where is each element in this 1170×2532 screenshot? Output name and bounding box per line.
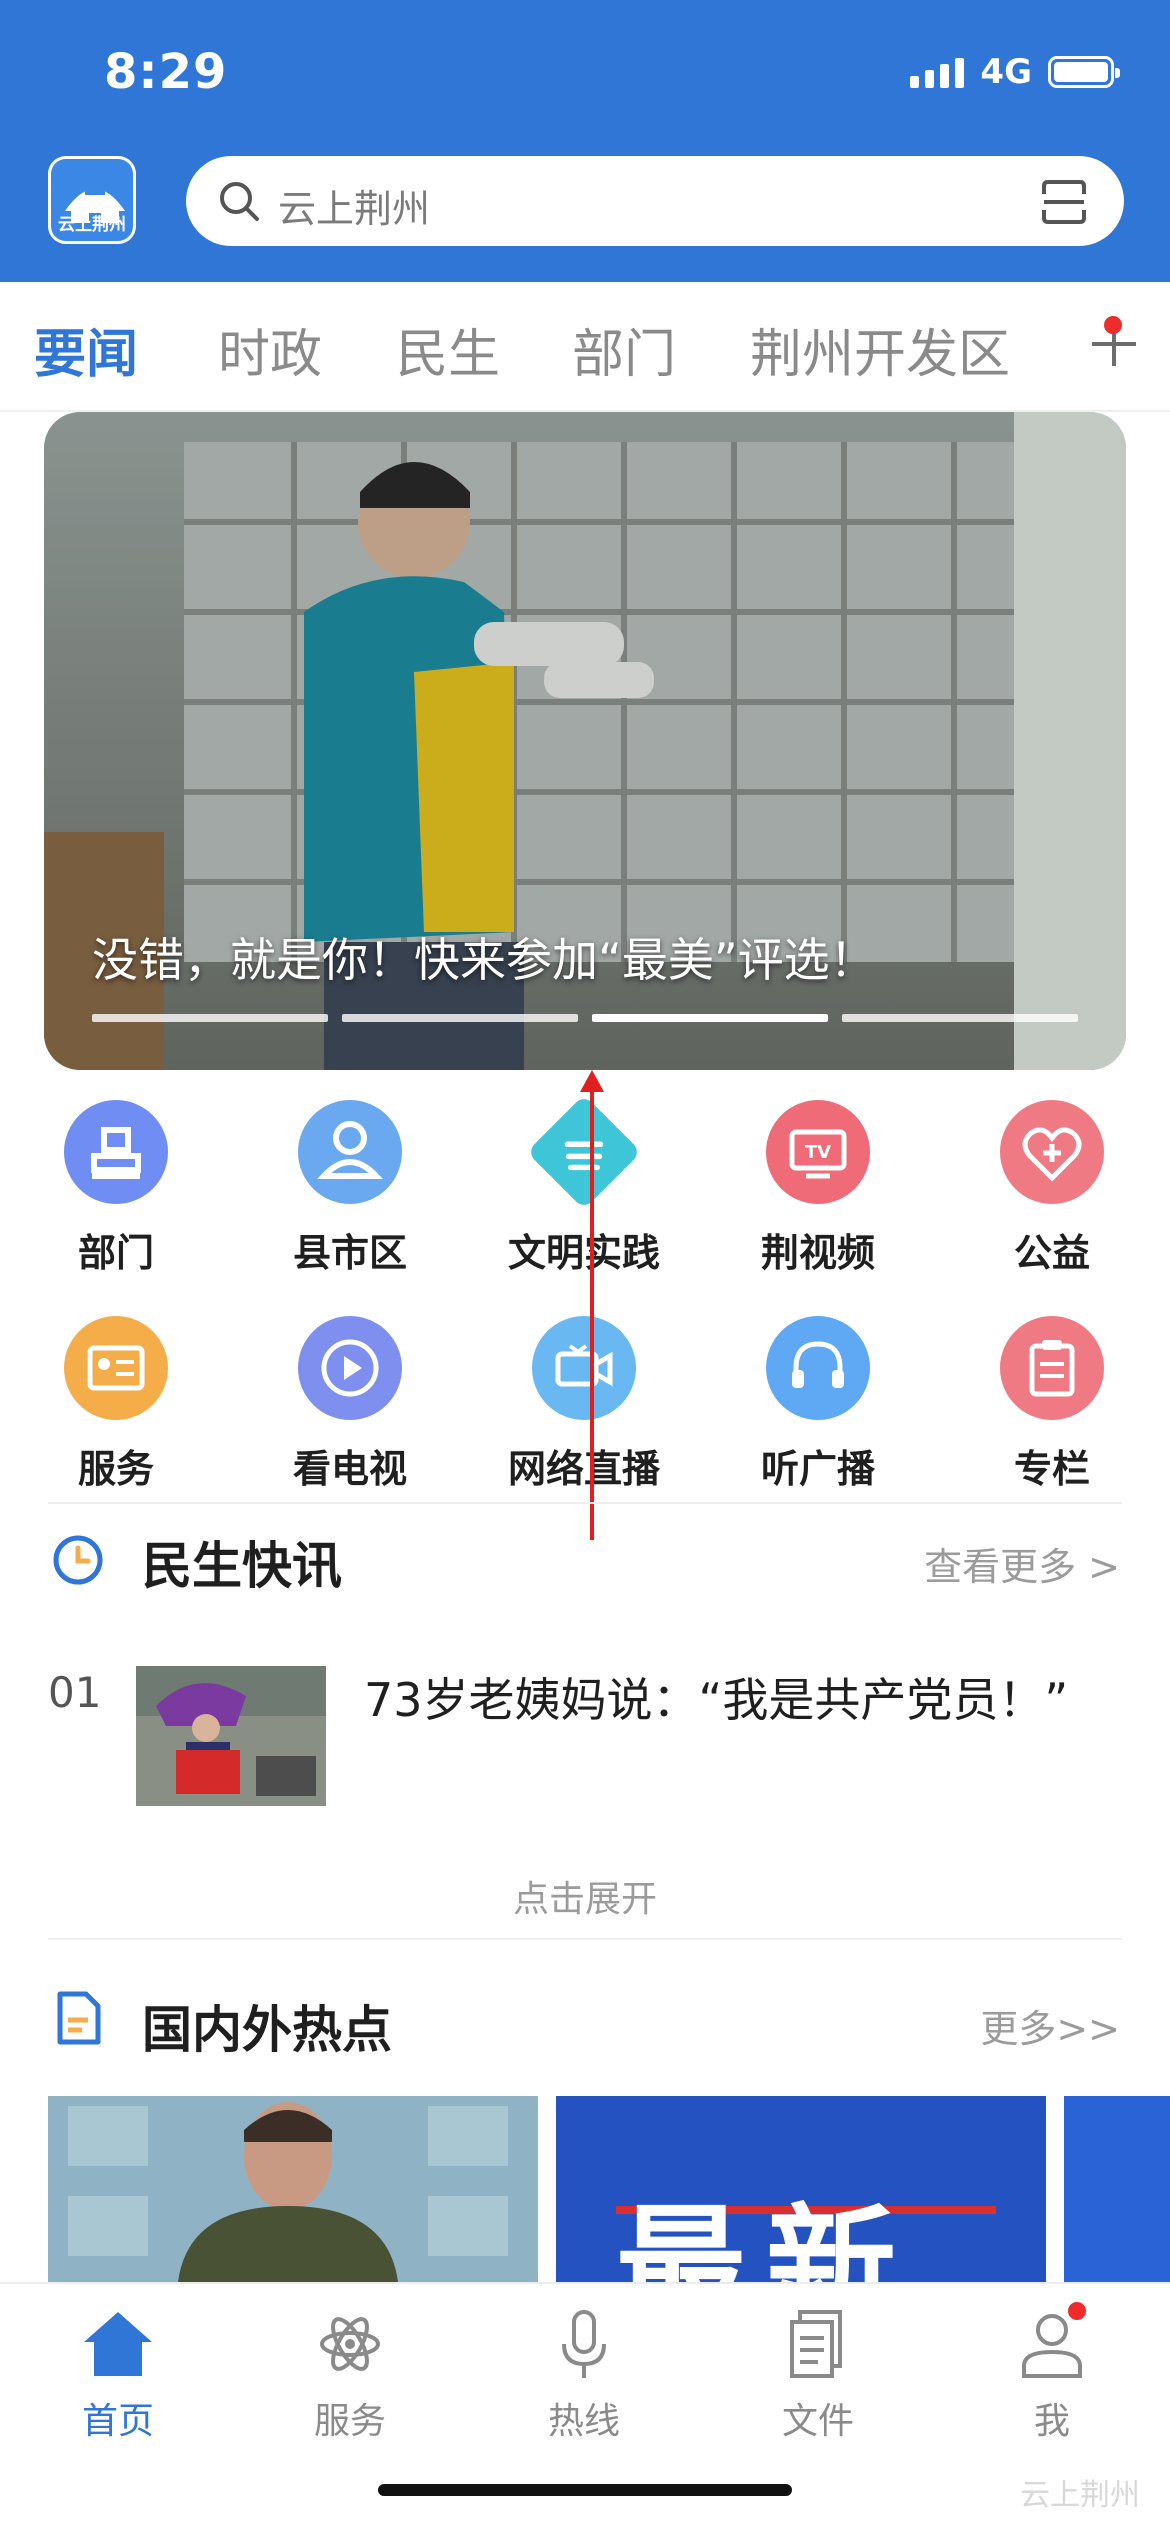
annotation-arrow — [590, 1080, 594, 1540]
network-type: 4G — [980, 52, 1032, 92]
hot-news-image — [48, 2096, 538, 2282]
microphone-icon — [544, 2304, 624, 2384]
home-icon — [78, 2304, 158, 2384]
clipboard-icon — [1000, 1316, 1104, 1420]
notification-dot — [1104, 316, 1122, 334]
grid-label: 县市区 — [292, 1231, 407, 1275]
nav-documents[interactable]: 文件 — [728, 2304, 908, 2444]
grid-label: 听广播 — [760, 1447, 875, 1491]
grid-item-charity[interactable]: 公益 — [952, 1100, 1152, 1277]
section-title-hot: 国内外热点 — [142, 2001, 392, 2059]
nav-label: 热线 — [547, 2401, 620, 2442]
status-icons: 4G — [910, 52, 1120, 92]
section-title-livelihood: 民生快讯 — [142, 1537, 342, 1595]
grid-item-live-stream[interactable]: 网络直播 — [484, 1316, 684, 1493]
battery-icon — [1048, 56, 1120, 88]
view-more-link[interactable]: 查看更多 > — [924, 1536, 1120, 1591]
tab-livelihood[interactable]: 民生 — [396, 312, 500, 387]
tv-icon: TV — [766, 1100, 870, 1204]
logo-text: 云上荆州 — [58, 215, 126, 235]
video-camera-icon — [532, 1316, 636, 1420]
search-placeholder: 云上荆州 — [278, 187, 431, 231]
news-thumbnail[interactable] — [136, 1666, 326, 1806]
carousel-dot[interactable] — [92, 1014, 328, 1022]
grid-label: 部门 — [77, 1231, 154, 1275]
app-logo[interactable]: 云上荆州 — [48, 156, 136, 244]
watermark: 云上荆州 — [1020, 2478, 1140, 2513]
carousel-dot[interactable] — [842, 1014, 1078, 1022]
tab-headlines[interactable]: 要闻 — [34, 312, 138, 387]
document-icon — [778, 2304, 858, 2384]
document-section-icon — [57, 1991, 101, 2045]
grid-label: 文明实践 — [507, 1231, 660, 1275]
tab-development-zone[interactable]: 荆州开发区 — [750, 312, 1010, 387]
grid-label: 网络直播 — [507, 1447, 660, 1491]
carousel-dot[interactable] — [342, 1014, 578, 1022]
news-thumbnail-image — [136, 1666, 326, 1806]
category-tabs: 要闻 时政 民生 部门 荆州开发区 — [0, 282, 1170, 412]
hot-news-card-text: 最新 — [616, 2191, 917, 2282]
play-icon — [298, 1316, 402, 1420]
nav-label: 我 — [1033, 2401, 1070, 2442]
stamp-icon — [64, 1100, 168, 1204]
nav-me[interactable]: 我 — [962, 2304, 1142, 2444]
atom-icon — [310, 2304, 390, 2384]
banner-title: 没错，就是你！快来参加“最美”评选！ — [92, 933, 876, 987]
nav-label: 文件 — [781, 2401, 854, 2442]
hot-news-image — [1064, 2096, 1170, 2282]
nav-hotline[interactable]: 热线 — [494, 2304, 674, 2444]
banner-carousel[interactable]: 没错，就是你！快来参加“最美”评选！ — [44, 412, 1126, 1070]
tab-departments[interactable]: 部门 — [572, 312, 676, 387]
grid-label: 荆视频 — [760, 1231, 875, 1275]
tab-politics[interactable]: 时政 — [218, 312, 322, 387]
status-time: 8:29 — [104, 44, 228, 100]
hands-icon — [526, 1094, 642, 1210]
hot-news-card[interactable] — [1064, 2096, 1170, 2282]
id-card-icon — [64, 1316, 168, 1420]
profile-notification-dot — [1068, 2302, 1086, 2320]
carousel-indicators — [92, 1014, 1078, 1022]
grid-label: 看电视 — [292, 1447, 407, 1491]
home-indicator[interactable] — [378, 2484, 792, 2496]
headphones-icon — [766, 1316, 870, 1420]
nav-home[interactable]: 首页 — [28, 2304, 208, 2444]
expand-button[interactable]: 点击展开 — [0, 1870, 1170, 1922]
grid-item-services[interactable]: 服务 — [16, 1316, 216, 1493]
nav-label: 服务 — [313, 2401, 386, 2442]
search-icon — [220, 182, 259, 221]
grid-item-departments[interactable]: 部门 — [16, 1100, 216, 1277]
search-bar[interactable]: 云上荆州 — [186, 156, 1124, 246]
grid-item-civilization[interactable]: 文明实践 — [484, 1094, 684, 1277]
carousel-dot-active[interactable] — [592, 1014, 828, 1022]
heart-icon — [1000, 1100, 1104, 1204]
grid-item-watch-tv[interactable]: 看电视 — [250, 1316, 450, 1493]
grid-item-columns[interactable]: 专栏 — [952, 1316, 1152, 1493]
section-divider — [48, 1938, 1122, 1940]
signal-icon — [910, 56, 965, 88]
hot-news-card[interactable]: 最新 — [556, 2096, 1046, 2282]
grid-item-radio[interactable]: 听广播 — [718, 1316, 918, 1493]
grid-item-jing-video[interactable]: TV 荆视频 — [718, 1100, 918, 1277]
news-title[interactable]: 73岁老姨妈说：“我是共产党员！” — [364, 1664, 1068, 1730]
news-index: 01 — [48, 1668, 102, 1717]
app-header: 8:29 4G 云上荆州 云上荆州 — [0, 0, 1170, 282]
grid-label: 服务 — [77, 1447, 154, 1491]
grid-item-counties[interactable]: 县市区 — [250, 1100, 450, 1277]
scan-icon[interactable] — [1040, 178, 1088, 226]
nav-services[interactable]: 服务 — [260, 2304, 440, 2444]
person-icon — [298, 1100, 402, 1204]
clock-icon — [53, 1535, 103, 1585]
svg-text:TV: TV — [805, 1142, 831, 1163]
hot-news-card[interactable] — [48, 2096, 538, 2282]
section-divider — [48, 1502, 1122, 1504]
grid-label: 公益 — [1013, 1231, 1090, 1275]
grid-label: 专栏 — [1013, 1447, 1090, 1491]
nav-label: 首页 — [81, 2401, 154, 2442]
annotation-arrow-head — [580, 1070, 604, 1092]
more-link[interactable]: 更多>> — [980, 1998, 1120, 2053]
